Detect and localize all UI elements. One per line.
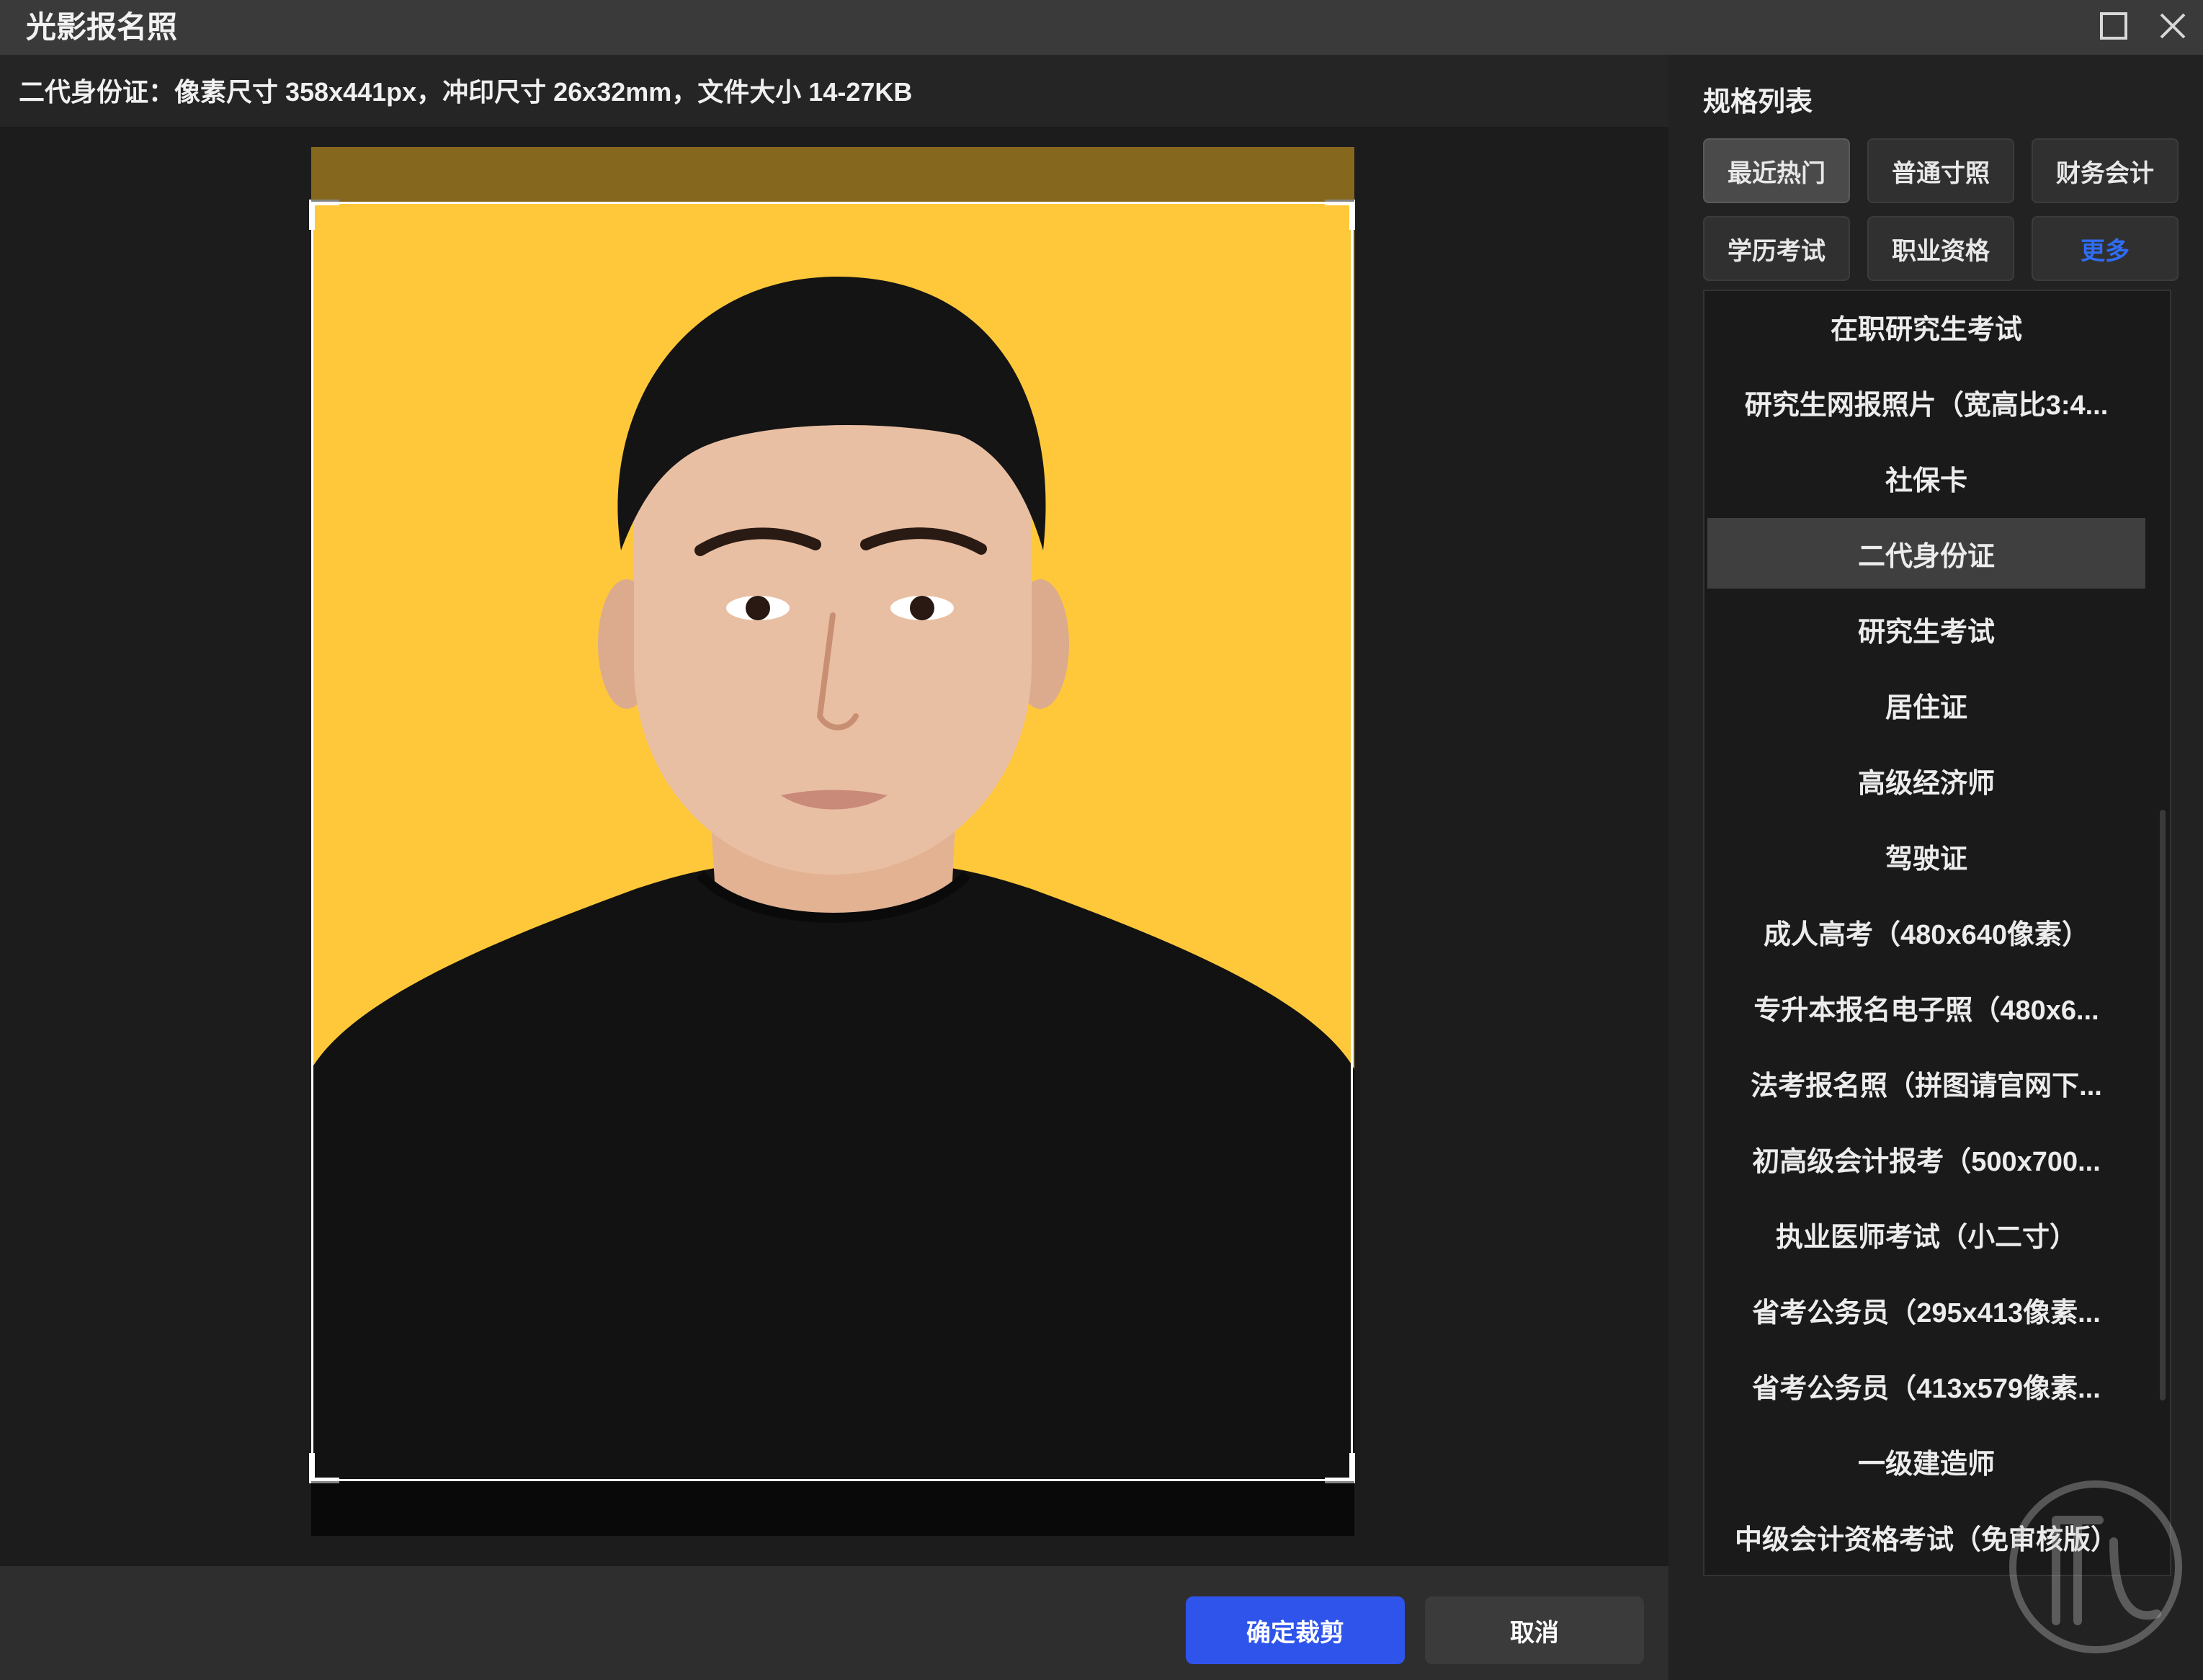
spec-info-bar: 二代身份证：像素尺寸 358x441px，冲印尺寸 26x32mm，文件大小 1… [0, 55, 1668, 127]
category-tab-more[interactable]: 更多 [2032, 216, 2179, 281]
footer-bar: 确定裁剪 取消 [0, 1566, 1668, 1680]
watermark-logo-icon [2009, 1480, 2182, 1653]
spec-item[interactable]: 驾驶证 [1707, 821, 2145, 891]
spec-list[interactable]: 在职研究生考试 研究生网报照片（宽高比3:4... 社保卡 二代身份证 研究生考… [1703, 290, 2171, 1576]
crop-mask-bottom [311, 1481, 1354, 1536]
spec-item[interactable]: 成人高考（480x640像素） [1707, 896, 2145, 967]
maximize-button[interactable] [2093, 6, 2134, 46]
spec-item[interactable]: 高级经济师 [1707, 745, 2145, 816]
category-tab-hot[interactable]: 最近热门 [1703, 138, 1850, 203]
category-tab-accounting[interactable]: 财务会计 [2032, 138, 2179, 203]
cancel-button[interactable]: 取消 [1425, 1596, 1644, 1664]
spec-list-scrollbar[interactable] [2160, 810, 2166, 1400]
spec-item[interactable]: 法考报名照（拼图请官网下... [1707, 1047, 2145, 1118]
crop-frame[interactable] [309, 200, 1355, 1483]
spec-item[interactable]: 省考公务员（295x413像素... [1707, 1274, 2145, 1345]
window-title: 光影报名照 [26, 10, 178, 44]
spec-panel: 规格列表 最近热门 普通寸照 财务会计 学历考试 职业资格 更多 在职研究生考试… [1668, 55, 2203, 1680]
crop-handle-top-left[interactable] [309, 200, 339, 230]
spec-item[interactable]: 社保卡 [1707, 442, 2145, 513]
crop-handle-bottom-left[interactable] [309, 1453, 339, 1483]
crop-handle-top-right[interactable] [1325, 200, 1355, 230]
spec-item[interactable]: 居住证 [1707, 669, 2145, 740]
maximize-icon [2100, 12, 2127, 40]
crop-mask-top [311, 147, 1354, 202]
close-button[interactable] [2153, 6, 2193, 46]
spec-item[interactable]: 专升本报名电子照（480x6... [1707, 972, 2145, 1042]
crop-handle-bottom-right[interactable] [1325, 1453, 1355, 1483]
spec-item[interactable]: 研究生网报照片（宽高比3:4... [1707, 367, 2145, 437]
confirm-crop-button[interactable]: 确定裁剪 [1186, 1596, 1405, 1664]
category-tab-qualification[interactable]: 职业资格 [1867, 216, 2014, 281]
spec-item[interactable]: 执业医师考试（小二寸） [1707, 1199, 2145, 1269]
spec-item[interactable]: 省考公务员（413x579像素... [1707, 1350, 2145, 1421]
spec-list-title: 规格列表 [1703, 87, 1813, 117]
spec-info-text: 二代身份证：像素尺寸 358x441px，冲印尺寸 26x32mm，文件大小 1… [19, 77, 913, 107]
crop-editor: 二代身份证：像素尺寸 358x441px，冲印尺寸 26x32mm，文件大小 1… [0, 55, 1668, 1680]
title-bar: 光影报名照 [0, 0, 2203, 55]
spec-item-selected[interactable]: 二代身份证 [1707, 518, 2145, 589]
spec-item[interactable]: 研究生考试 [1707, 594, 2145, 664]
spec-item[interactable]: 在职研究生考试 [1707, 291, 2145, 362]
close-icon [2160, 13, 2186, 39]
category-tab-education[interactable]: 学历考试 [1703, 216, 1850, 281]
spec-item[interactable]: 初高级会计报考（500x700... [1707, 1123, 2145, 1194]
category-tab-standard[interactable]: 普通寸照 [1867, 138, 2014, 203]
